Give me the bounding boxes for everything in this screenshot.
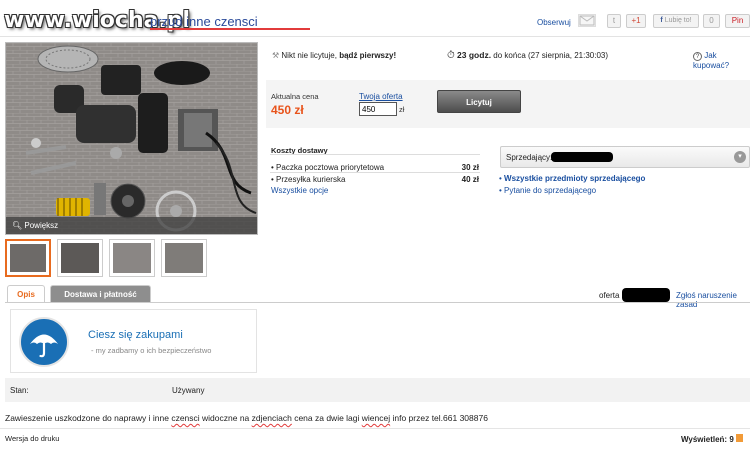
safety-title: Ciesz się zakupami <box>88 329 183 341</box>
state-label: Stan: <box>10 386 29 395</box>
title-underline <box>150 28 310 30</box>
photo-illustration <box>6 43 257 234</box>
bid-status: ⚒ Nikt nie licytuje, bądź pierwszy! <box>272 51 396 60</box>
hammer-icon: ⚒ <box>272 51 280 60</box>
shipping-option-1: • Paczka pocztowa priorytetowa 30 zł <box>271 163 479 172</box>
bullet-icon: • <box>271 163 274 172</box>
bullet-icon: • <box>499 174 502 183</box>
currency-label: zł <box>399 105 405 114</box>
thumbnail-4[interactable] <box>161 239 207 277</box>
tab-description[interactable]: Opis <box>7 285 45 303</box>
seller-label: Sprzedający: <box>506 153 553 162</box>
state-value: Używany <box>172 386 205 395</box>
bullet-icon: • <box>271 175 274 184</box>
pin-label: Pin <box>731 16 744 25</box>
offer-label: oferta <box>599 291 620 300</box>
zoom-label: Powiększ <box>24 221 59 230</box>
seller-ask[interactable]: • Pytanie do sprzedającego <box>499 186 596 195</box>
shipping-divider <box>270 154 480 155</box>
chevron-down-icon[interactable]: ▾ <box>734 151 746 163</box>
thumbnail-image <box>10 244 46 272</box>
views-count: 9 <box>729 435 734 444</box>
item-description: Zawieszenie uszkodzone do naprawy i inne… <box>5 413 488 423</box>
print-version-link[interactable]: Wersja do druku <box>5 434 59 443</box>
gplus-label: +1 <box>631 16 641 25</box>
twitter-icon[interactable]: t <box>607 14 621 28</box>
description-text: Zawieszenie uszkodzone do naprawy i inne <box>5 413 172 423</box>
google-plus-button[interactable]: +1 <box>626 14 646 28</box>
time-left-detail: do końca (27 sierpnia, 21:30:03) <box>493 51 609 60</box>
seller-all-items-label: Wszystkie przedmioty sprzedającego <box>504 174 646 183</box>
thumbnail-image <box>113 243 151 273</box>
zoom-bar[interactable]: 🔍︎ Powiększ <box>6 217 257 234</box>
shipping-option-2: • Przesyłka kurierska 40 zł <box>271 175 479 184</box>
facebook-like-button[interactable]: f Lubię to! <box>653 14 699 28</box>
seller-all-items[interactable]: • Wszystkie przedmioty sprzedającego <box>499 174 645 183</box>
email-icon[interactable] <box>578 14 596 27</box>
how-to-buy-link[interactable]: ? Jak kupować? <box>693 51 750 70</box>
shipping-option-price: 40 zł <box>461 175 479 184</box>
pinterest-button[interactable]: Pin <box>725 14 750 28</box>
time-left: ⏱ 23 godz. do końca (27 sierpnia, 21:30:… <box>447 50 608 61</box>
umbrella-icon <box>19 317 69 367</box>
current-price: 450 zł <box>271 103 304 117</box>
misspelled-word: wiencej <box>361 413 391 423</box>
be-first-text: bądź pierwszy! <box>339 51 397 60</box>
observe-link[interactable]: Obserwuj <box>537 18 571 27</box>
misspelled-word: zdjenciach <box>251 413 292 423</box>
no-bids-text: Nikt nie licytuje, <box>281 51 337 60</box>
misspelled-word: czensci <box>171 413 200 423</box>
thumbnail-2[interactable] <box>57 239 103 277</box>
safety-box: Ciesz się zakupami - my zadbamy o ich be… <box>10 309 257 373</box>
seller-ask-label: Pytanie do sprzedającego <box>504 186 597 195</box>
all-shipping-options-link[interactable]: Wszystkie opcje <box>271 186 328 195</box>
thumbnail-1[interactable] <box>5 239 51 277</box>
magnifier-icon: 🔍︎ <box>12 221 23 230</box>
description-text: cena za dwie lagi <box>291 413 362 423</box>
offer-id-redacted <box>622 288 670 302</box>
seller-name-redacted <box>551 152 613 162</box>
help-icon: ? <box>693 52 702 61</box>
seller-box[interactable]: Sprzedający: ▾ <box>500 146 750 168</box>
shipping-divider <box>270 172 480 173</box>
bid-button[interactable]: Licytuj <box>437 90 521 113</box>
page-title: przud inne czensci <box>150 14 258 29</box>
like-label: Lubię to! <box>664 17 692 24</box>
bullet-icon: • <box>499 186 502 195</box>
header-divider <box>0 36 750 37</box>
thumbnail-image <box>61 243 99 273</box>
thumbnail-3[interactable] <box>109 239 155 277</box>
description-text: info przez tel.661 308876 <box>390 413 488 423</box>
shipping-option-name: Przesyłka kurierska <box>276 175 346 184</box>
views-counter: Wyświetleń: 9 <box>681 434 744 444</box>
current-price-label: Aktualna cena <box>271 92 319 101</box>
footer-divider <box>0 428 750 429</box>
shipping-option-name: Paczka pocztowa priorytetowa <box>276 163 385 172</box>
main-photo[interactable]: 🔍︎ Powiększ <box>5 42 258 235</box>
your-offer-label[interactable]: Twoja oferta <box>359 92 403 101</box>
thumbnail-image <box>165 243 203 273</box>
facebook-icon: f <box>660 17 663 24</box>
details-row: Stan: Używany <box>5 378 750 402</box>
shipping-option-price: 30 zł <box>461 163 479 172</box>
tab-divider <box>5 302 750 303</box>
like-count: 0 <box>703 14 720 28</box>
tab-delivery[interactable]: Dostawa i płatność <box>50 285 151 303</box>
rss-icon <box>736 434 744 442</box>
views-label: Wyświetleń: <box>681 435 728 444</box>
safety-subtitle-text: my zadbamy o ich bezpieczeństwo <box>95 346 212 355</box>
clock-icon: ⏱ <box>447 50 455 61</box>
description-text: widoczne na <box>199 413 252 423</box>
safety-subtitle: - my zadbamy o ich bezpieczeństwo <box>91 346 212 355</box>
bid-amount-input[interactable] <box>359 102 397 116</box>
time-left-hours: 23 godz. <box>457 50 492 60</box>
report-link[interactable]: Zgłoś naruszenie zasad <box>676 291 750 309</box>
